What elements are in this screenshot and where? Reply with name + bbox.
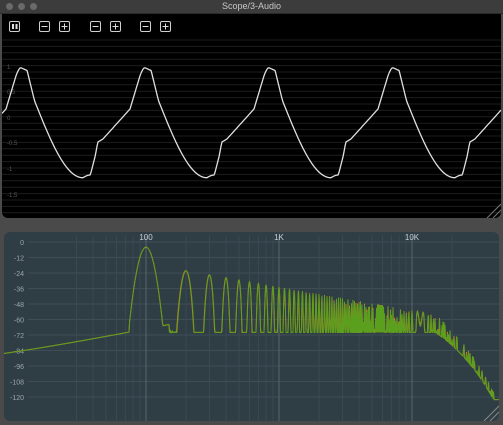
minus-icon	[142, 26, 149, 27]
pause-button[interactable]	[9, 21, 20, 32]
resize-grip[interactable]	[483, 405, 499, 421]
plus-icon	[112, 23, 119, 30]
minus-icon	[92, 26, 99, 27]
scope-y-label: -1.5	[7, 193, 18, 199]
zoom-out-button-2[interactable]	[90, 21, 101, 32]
scope-y-label: 0	[7, 116, 11, 122]
zoom-out-button-3[interactable]	[140, 21, 151, 32]
plus-icon	[162, 23, 169, 30]
plus-icon	[61, 23, 68, 30]
spectrum-y-label: 0	[20, 240, 24, 247]
spectrum-y-label: -24	[14, 271, 24, 278]
oscilloscope-panel: 1 0.5 0 -0.5 -1 -1.5	[2, 14, 501, 218]
waveform-line	[2, 67, 501, 179]
spectrum-y-label: -12	[14, 256, 24, 263]
spectrum-grid	[28, 236, 499, 421]
spectrum-y-label: -48	[14, 302, 24, 309]
spectrum-y-label: -108	[10, 380, 24, 387]
scope-y-axis: 1 0.5 0 -0.5 -1 -1.5	[7, 65, 18, 199]
zoom-in-button-2[interactable]	[110, 21, 121, 32]
title-bar: Scope/3-Audio	[0, 0, 503, 14]
resize-grip[interactable]	[486, 203, 501, 218]
spectrum-x-label: 100	[139, 233, 153, 242]
spectrum-x-label: 10K	[405, 233, 420, 242]
zoom-out-button-1[interactable]	[39, 21, 50, 32]
spectrum-y-label: -120	[10, 395, 24, 402]
scope-grid	[2, 39, 501, 214]
scope-plot: 1 0.5 0 -0.5 -1 -1.5	[2, 39, 501, 218]
pause-icon	[12, 24, 18, 29]
scope-y-label: -1	[7, 167, 13, 173]
spectrum-y-label: -36	[14, 287, 24, 294]
spectrum-y-label: -96	[14, 364, 24, 371]
zoom-in-button-3[interactable]	[160, 21, 171, 32]
spectrum-plot: 0-12-24-36-48-60-72-84-96-108-120100 1K 10…	[4, 233, 499, 421]
scope-y-label: 1	[7, 65, 11, 71]
spectrum-x-label: 1K	[274, 233, 284, 242]
minus-icon	[41, 26, 48, 27]
spectrum-series-2	[4, 246, 499, 401]
window-title: Scope/3-Audio	[221, 1, 282, 11]
scope-y-label: -0.5	[7, 141, 18, 147]
spectrum-panel: 0 -12 -24 -36 -48 -60 -72 -84 -96 -108 -120 100 1K 10…	[4, 232, 499, 421]
spectrum-y-label: -60	[14, 318, 24, 325]
spectrum-y-label: -72	[14, 333, 24, 340]
scope-y-label: 0.5	[7, 90, 16, 96]
zoom-in-button-1[interactable]	[59, 21, 70, 32]
